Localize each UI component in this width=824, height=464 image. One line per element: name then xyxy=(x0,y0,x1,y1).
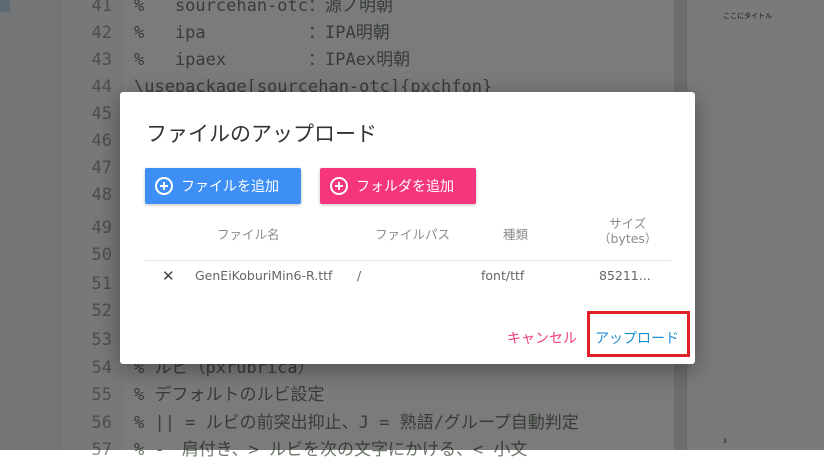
upload-dialog: ファイルのアップロード ファイルを追加 フォルダを追加 ファイル名 ファイルパス… xyxy=(120,92,695,364)
add-folder-label: フォルダを追加 xyxy=(356,179,454,195)
header-divider xyxy=(145,260,671,261)
plus-circle-icon xyxy=(155,177,173,195)
file-path: / xyxy=(357,268,362,283)
file-type: font/ttf xyxy=(481,268,525,283)
size-unit-label: （bytes） xyxy=(598,231,658,246)
dialog-title: ファイルのアップロード xyxy=(146,122,377,146)
add-file-button[interactable]: ファイルを追加 xyxy=(145,168,301,204)
column-header-name: ファイル名 xyxy=(217,227,280,242)
column-header-path: ファイルパス xyxy=(375,227,451,242)
upload-button[interactable]: アップロード xyxy=(595,328,679,348)
file-name: GenEiKoburiMin6-R.ttf xyxy=(195,268,333,283)
file-size: 85211... xyxy=(599,268,651,283)
plus-circle-icon xyxy=(330,177,348,195)
add-file-label: ファイルを追加 xyxy=(181,179,279,195)
column-header-size: サイズ （bytes） xyxy=(598,216,657,246)
add-folder-button[interactable]: フォルダを追加 xyxy=(320,168,476,204)
cancel-button[interactable]: キャンセル xyxy=(507,328,577,348)
column-header-type: 種類 xyxy=(503,227,529,242)
remove-file-icon[interactable]: ✕ xyxy=(162,267,175,285)
size-label: サイズ xyxy=(609,216,647,231)
table-row: ✕ GenEiKoburiMin6-R.ttf / font/ttf 85211… xyxy=(120,262,695,292)
